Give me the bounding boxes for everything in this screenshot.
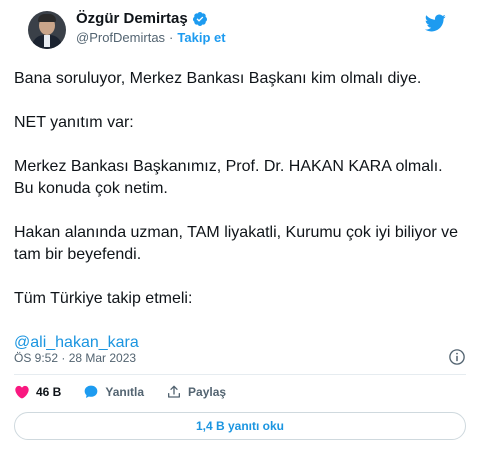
tweet-body: Bana soruluyor, Merkez Bankası Başkanı k… (14, 68, 466, 376)
reply-button[interactable]: Yanıtla (83, 384, 144, 400)
reply-label: Yanıtla (105, 385, 145, 399)
share-button[interactable]: Paylaş (166, 384, 226, 400)
verified-badge-icon (192, 11, 207, 26)
action-bar: 46 B Yanıtla Paylaş (14, 384, 248, 400)
heart-icon (15, 385, 29, 399)
reply-bubble-icon (85, 385, 98, 398)
tweet-paragraph: Tüm Türkiye takip etmeli: (14, 290, 193, 307)
tweet-paragraph: Bana soruluyor, Merkez Bankası Başkanı k… (14, 70, 422, 87)
tweet-paragraph: Hakan alanında uzman, TAM liyakatli, Kur… (14, 224, 459, 263)
tweet-paragraph: Merkez Bankası Başkanımız, Prof. Dr. HAK… (14, 158, 443, 197)
handle-separator: · (169, 30, 174, 45)
tweet-timestamp[interactable]: ÖS 9:52 · 28 Mar 2023 (14, 351, 136, 365)
divider (14, 374, 466, 375)
mention-link[interactable]: @ali_hakan_kara (14, 334, 139, 351)
twitter-bird-icon[interactable] (422, 12, 448, 34)
like-button[interactable]: 46 B (14, 384, 61, 400)
follow-button[interactable]: Takip et (177, 30, 225, 45)
tweet-header: Özgür Demirtaş @ProfDemirtas · Takip et (14, 0, 466, 56)
author-block: Özgür Demirtaş @ProfDemirtas · Takip et (76, 10, 226, 45)
author-handle[interactable]: @ProfDemirtas (76, 30, 165, 45)
tweet-card: Özgür Demirtaş @ProfDemirtas · Takip et … (0, 0, 480, 449)
read-replies-button[interactable]: 1,4 B yanıtı oku (14, 412, 466, 440)
author-name[interactable]: Özgür Demirtaş (76, 10, 188, 27)
share-icon (168, 385, 181, 398)
info-icon[interactable] (448, 348, 466, 366)
avatar[interactable] (28, 11, 66, 49)
tweet-paragraph: NET yanıtım var: (14, 114, 134, 131)
like-count: 46 B (36, 385, 62, 399)
share-label: Paylaş (188, 385, 227, 399)
